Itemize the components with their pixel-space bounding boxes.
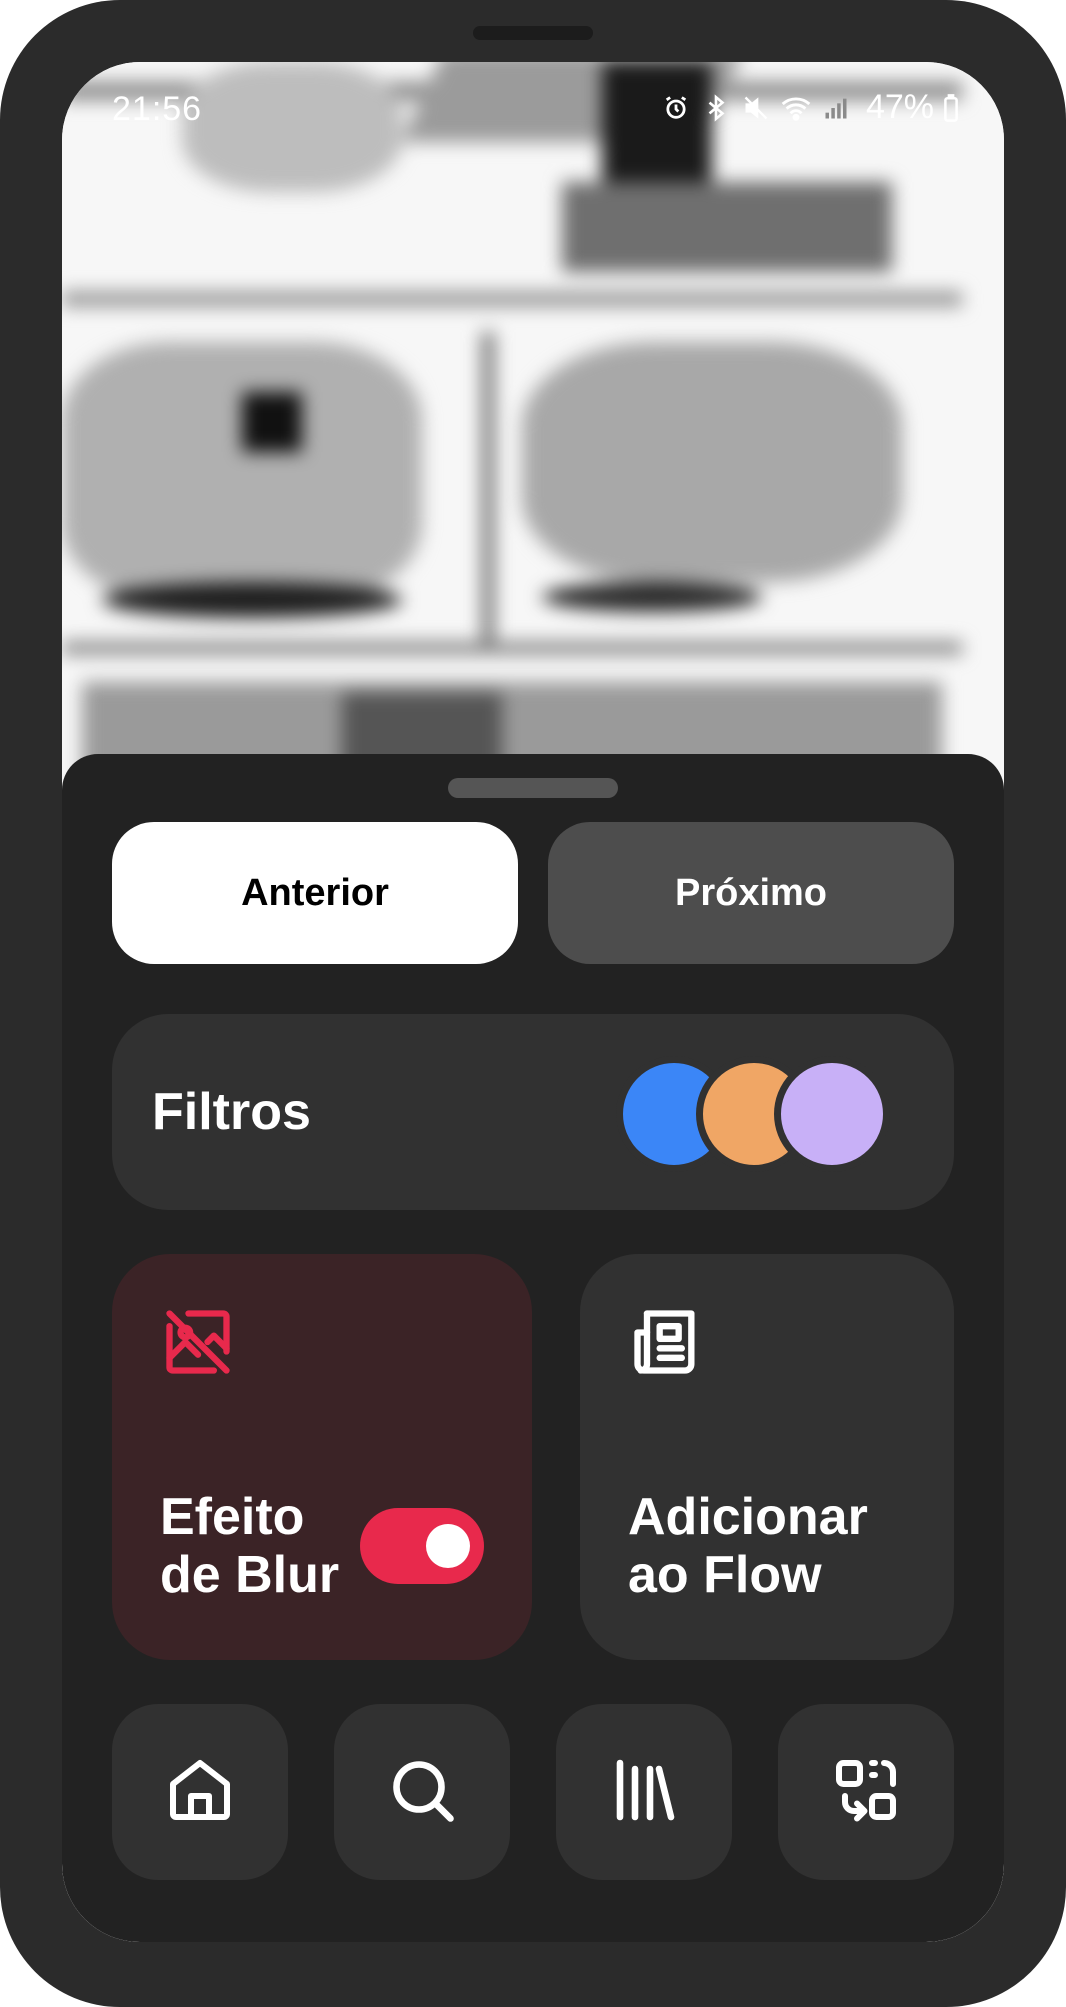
toggle-knob (426, 1524, 470, 1568)
flow-label-line2: ao Flow (628, 1546, 822, 1604)
bluetooth-icon (700, 92, 732, 124)
blur-effect-label: Efeito de Blur (160, 1488, 339, 1604)
status-bar: 21:56 47% (62, 62, 1004, 162)
home-button[interactable] (112, 1704, 288, 1880)
blur-label-line2: de Blur (160, 1546, 340, 1604)
filters-label: Filtros (152, 1083, 311, 1141)
wifi-icon (780, 92, 812, 124)
filters-card[interactable]: Filtros (112, 1014, 954, 1210)
library-button[interactable] (556, 1704, 732, 1880)
speaker-grille (473, 26, 593, 40)
blur-toggle[interactable] (360, 1508, 484, 1584)
add-to-flow-label: Adicionar ao Flow (628, 1488, 868, 1604)
battery-icon (942, 92, 960, 124)
transfer-button[interactable] (778, 1704, 954, 1880)
newspaper-icon (628, 1304, 704, 1380)
alarm-icon (660, 92, 692, 124)
home-icon (164, 1754, 236, 1831)
phone-frame: 21:56 47% Anterior Próximo Filtros Efeit… (0, 0, 1066, 2007)
sheet-drag-handle[interactable] (448, 778, 618, 798)
blur-label-line1: Efeito (160, 1488, 305, 1546)
signal-icon (820, 92, 852, 124)
mute-icon (740, 92, 772, 124)
library-icon (608, 1754, 680, 1831)
previous-chapter-button[interactable]: Anterior (112, 822, 518, 964)
next-chapter-button[interactable]: Próximo (548, 822, 954, 964)
blurred-manga-page[interactable] (62, 62, 1004, 822)
search-icon (386, 1754, 458, 1831)
transfer-icon (830, 1754, 902, 1831)
status-time: 21:56 (112, 90, 203, 128)
add-to-flow-tile[interactable]: Adicionar ao Flow (580, 1254, 954, 1660)
flow-label-line1: Adicionar (628, 1488, 868, 1546)
blur-effect-tile[interactable]: Efeito de Blur (112, 1254, 532, 1660)
reader-controls-sheet: Anterior Próximo Filtros Efeito de Blur … (62, 754, 1004, 1942)
search-button[interactable] (334, 1704, 510, 1880)
filter-swatch-lavender[interactable] (774, 1056, 890, 1172)
battery-percent: 47% (865, 88, 934, 126)
screen: 21:56 47% Anterior Próximo Filtros Efeit… (62, 62, 1004, 1942)
image-off-icon (160, 1304, 236, 1380)
status-icons: 47% (660, 88, 960, 127)
